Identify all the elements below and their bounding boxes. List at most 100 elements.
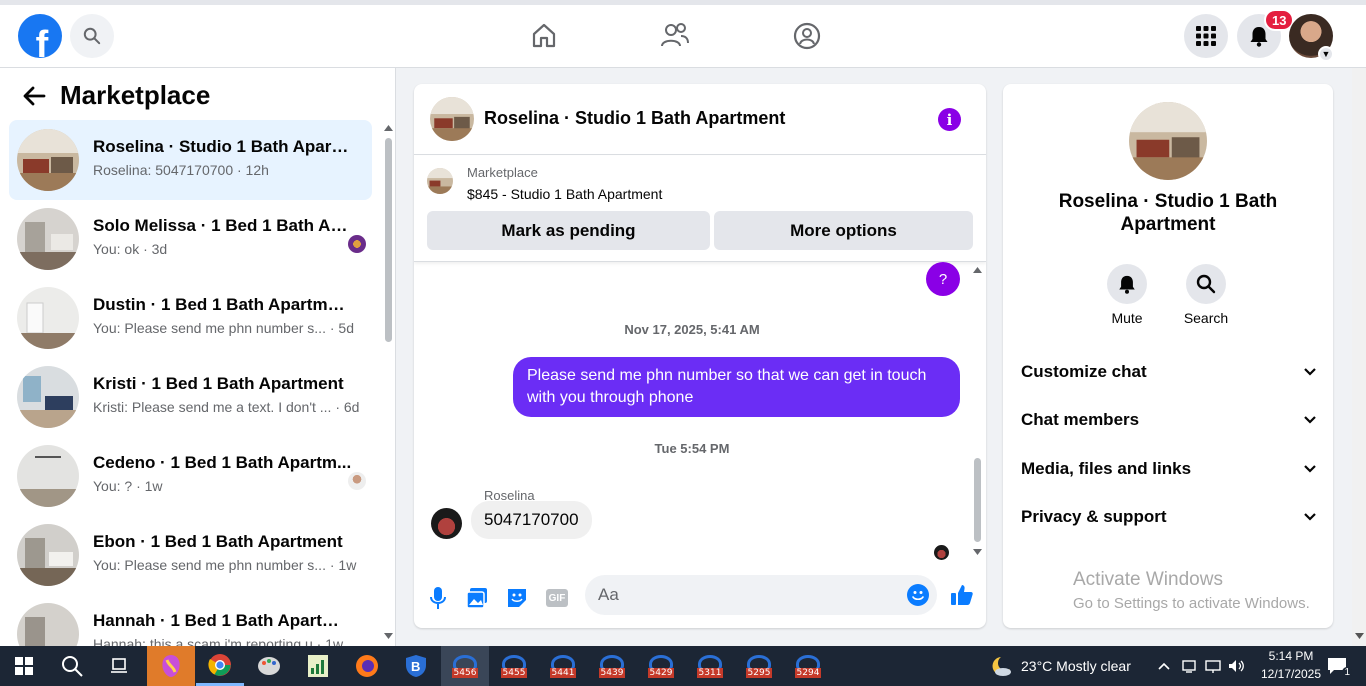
conversation-name: Cedeno · 1 Bed 1 Bath Apartm...	[93, 453, 352, 472]
network-icon[interactable]	[1180, 646, 1198, 686]
taskbar-app-instance[interactable]: 5455	[490, 646, 538, 686]
taskbar-app-instance[interactable]: 5294	[784, 646, 832, 686]
page-scrollbar[interactable]	[1352, 68, 1366, 646]
groups-icon	[793, 22, 821, 50]
mark-as-pending-button[interactable]: Mark as pending	[427, 211, 710, 250]
conversation-list-scrollbar[interactable]	[384, 124, 393, 642]
back-arrow-icon[interactable]	[22, 85, 46, 107]
taskbar-app-excel[interactable]	[294, 646, 342, 686]
app-window-number: 5429	[647, 667, 675, 678]
taskbar-app-paint[interactable]	[245, 646, 293, 686]
listing-thumbnail[interactable]	[430, 97, 474, 141]
taskbar-search-button[interactable]	[58, 646, 86, 686]
taskbar-app-instance[interactable]: 5456	[441, 646, 489, 686]
menu-button[interactable]	[1184, 14, 1228, 58]
details-title: Roselina · Studio 1 Bath Apartment	[1058, 191, 1278, 235]
conversation-item[interactable]: Cedeno · 1 Bed 1 Bath Apartm... You: ? ·…	[9, 436, 372, 516]
conversation-item[interactable]: Hannah · 1 Bed 1 Bath Apartment Hannah: …	[9, 594, 372, 646]
conversation-item[interactable]: Roselina · Studio 1 Bath Apartm... Rosel…	[9, 120, 372, 200]
notification-center-button[interactable]: 1	[1324, 646, 1352, 686]
activate-windows-watermark-subtitle: Go to Settings to activate Windows.	[1073, 595, 1310, 612]
scroll-up-arrow-icon[interactable]	[384, 124, 393, 132]
start-button[interactable]	[10, 646, 38, 686]
chevron-down-icon	[1304, 416, 1316, 424]
mute-button[interactable]: Mute	[1097, 264, 1157, 326]
conversation-name: Dustin · 1 Bed 1 Bath Apartment	[93, 295, 353, 314]
top-navbar: f 13 ▼	[0, 0, 1366, 68]
conversation-item[interactable]: Ebon · 1 Bed 1 Bath Apartment You: Pleas…	[9, 515, 372, 595]
section-label: Privacy & support	[1021, 507, 1167, 526]
conversation-preview: Roselina: 5047170700 · 12h	[93, 162, 269, 178]
home-icon	[532, 23, 556, 48]
clock-date[interactable]: 12/17/2025	[1253, 667, 1329, 681]
weather-text[interactable]: 23°C Mostly clear	[1021, 658, 1131, 674]
chat-title[interactable]: Roselina · Studio 1 Bath Apartment	[484, 108, 785, 129]
chevron-up-icon[interactable]	[1155, 646, 1173, 686]
seen-avatar	[348, 235, 366, 253]
listing-thumbnail[interactable]	[1129, 102, 1207, 180]
conversation-item[interactable]: Kristi · 1 Bed 1 Bath Apartment Kristi: …	[9, 357, 372, 437]
voice-clip-button[interactable]	[425, 585, 451, 611]
page-title: Marketplace	[60, 80, 211, 110]
app-window-number: 5311	[696, 667, 724, 678]
microphone-icon	[430, 587, 446, 609]
volume-icon[interactable]	[1227, 646, 1245, 686]
chevron-down-icon	[1304, 513, 1316, 521]
message-composer: GIF	[414, 572, 986, 628]
home-nav-button[interactable]	[527, 19, 561, 53]
listing-thumbnail	[17, 287, 79, 349]
attach-photo-button[interactable]	[464, 585, 490, 611]
taskbar-app-shield[interactable]: B	[392, 646, 440, 686]
conversation-name: Solo Melissa · 1 Bed 1 Bath Ap...	[93, 216, 353, 235]
taskbar-app-instance[interactable]: 5429	[637, 646, 685, 686]
conversation-item[interactable]: Dustin · 1 Bed 1 Bath Apartment You: Ple…	[9, 278, 372, 358]
taskbar-app-pinned[interactable]	[147, 646, 195, 686]
task-view-button[interactable]	[106, 646, 134, 686]
conversation-item[interactable]: Solo Melissa · 1 Bed 1 Bath Ap... You: o…	[9, 199, 372, 279]
more-options-button[interactable]: More options	[714, 211, 973, 250]
taskbar-app-chrome[interactable]	[196, 646, 244, 686]
message-input[interactable]	[585, 575, 937, 615]
gif-button[interactable]: GIF	[544, 585, 570, 611]
customize-chat-section[interactable]: Customize chat	[1021, 356, 1317, 388]
taskbar-app-firefox[interactable]	[343, 646, 391, 686]
taskbar-app-instance[interactable]: 5311	[686, 646, 734, 686]
friends-nav-button[interactable]	[658, 19, 692, 53]
listing-thumbnail	[17, 603, 79, 646]
facebook-logo-icon[interactable]: f	[18, 14, 62, 58]
scroll-down-arrow-icon[interactable]	[384, 632, 393, 640]
media-files-links-section[interactable]: Media, files and links	[1021, 453, 1317, 485]
scroll-down-arrow-icon[interactable]	[973, 548, 982, 555]
scroll-down-arrow-icon[interactable]	[1355, 632, 1364, 639]
message-thread-scrollbar[interactable]	[972, 262, 984, 562]
search-button[interactable]	[70, 14, 114, 58]
scrollbar-thumb[interactable]	[974, 458, 981, 542]
display-icon[interactable]	[1204, 646, 1222, 686]
scrollbar-thumb[interactable]	[385, 138, 392, 342]
search-icon	[1196, 274, 1216, 294]
search-in-conversation-button[interactable]: Search	[1176, 264, 1236, 326]
shield-icon: B	[406, 655, 426, 677]
taskbar-app-instance[interactable]: 5439	[588, 646, 636, 686]
listing-thumbnail	[17, 445, 79, 507]
bell-icon	[1119, 275, 1135, 294]
scroll-up-arrow-icon[interactable]	[973, 267, 982, 274]
info-icon[interactable]: i	[938, 108, 961, 131]
chevron-down-icon[interactable]: ▼	[1318, 46, 1334, 62]
clock-time[interactable]: 5:14 PM	[1261, 649, 1321, 663]
listing-price[interactable]: $845 - Studio 1 Bath Apartment	[467, 186, 662, 202]
taskbar-app-instance[interactable]: 5441	[539, 646, 587, 686]
send-like-button[interactable]	[949, 582, 975, 608]
privacy-support-section[interactable]: Privacy & support	[1021, 501, 1317, 533]
chevron-down-icon	[1304, 368, 1316, 376]
chat-members-section[interactable]: Chat members	[1021, 404, 1317, 436]
listing-thumbnail	[427, 168, 453, 194]
groups-nav-button[interactable]	[790, 19, 824, 53]
sticker-button[interactable]	[504, 585, 530, 611]
emoji-icon[interactable]	[907, 584, 929, 606]
weather-widget-icon[interactable]	[988, 646, 1014, 686]
sender-avatar[interactable]	[431, 508, 462, 539]
search-label: Search	[1183, 310, 1229, 326]
message-thread: ? Nov 17, 2025, 5:41 AM Please send me p…	[414, 262, 986, 570]
taskbar-app-instance[interactable]: 5295	[735, 646, 783, 686]
